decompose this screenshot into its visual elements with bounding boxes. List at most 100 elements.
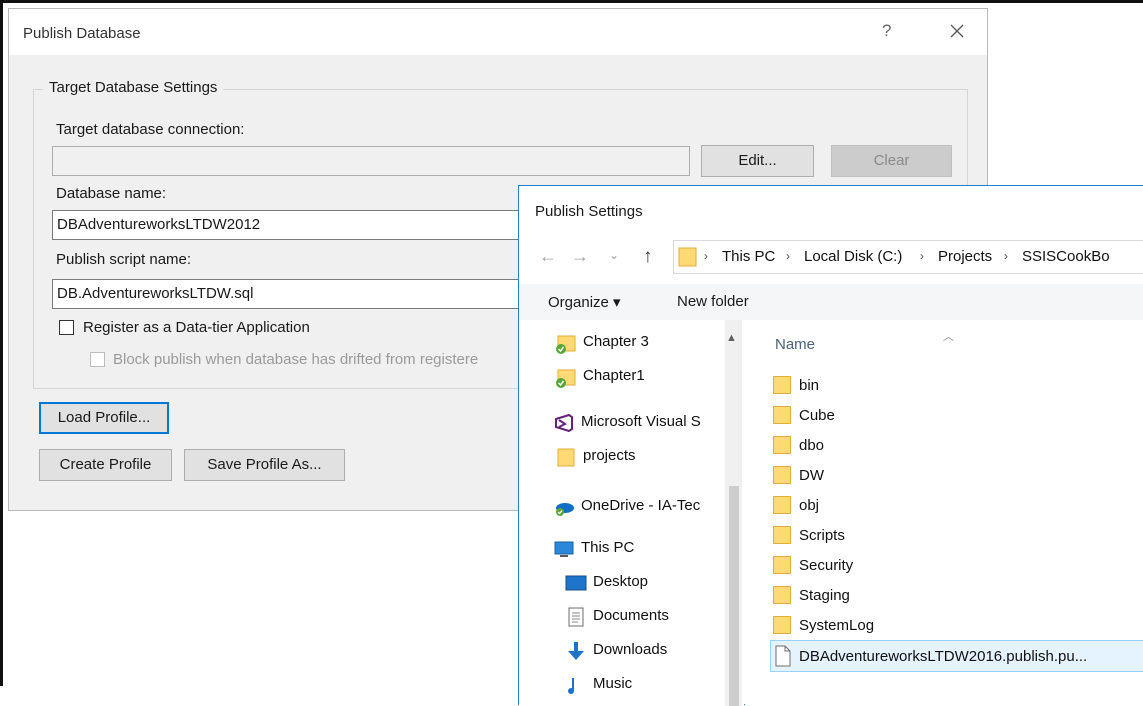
clear-button[interactable]: Clear <box>831 145 952 177</box>
nav-item-label: Music <box>593 675 633 692</box>
nav-item-label: Documents <box>593 607 669 624</box>
nav-item-music[interactable]: Music <box>565 670 735 700</box>
close-icon[interactable] <box>945 19 969 43</box>
help-button[interactable]: ? <box>882 21 891 41</box>
toolbar: Organize ▾ New folder <box>519 284 1143 320</box>
nav-item-label: Downloads <box>593 641 668 658</box>
nav-item-label: Desktop <box>593 573 649 590</box>
nav-item-chapter1[interactable]: Chapter1 <box>555 362 725 392</box>
edit-button[interactable]: Edit... <box>701 145 814 177</box>
folder-icon <box>773 584 793 606</box>
nav-item-onedrive[interactable]: OneDrive - IA-Tec <box>553 492 723 522</box>
visual-studio-icon <box>555 413 573 433</box>
list-item-folder[interactable]: SystemLog <box>771 610 1143 640</box>
documents-icon <box>568 607 584 627</box>
onedrive-icon <box>556 503 574 516</box>
block-publish-checkbox[interactable] <box>90 352 105 367</box>
forward-arrow-icon[interactable]: → <box>571 246 589 267</box>
desktop-icon <box>565 575 587 591</box>
folder-sync-icon <box>556 369 576 388</box>
organize-button[interactable]: Organize ▾ <box>548 293 621 311</box>
breadcrumb-separator: › <box>786 249 790 263</box>
new-folder-button[interactable]: New folder <box>677 293 749 310</box>
folder-icon <box>773 374 793 396</box>
dbname-field[interactable]: DBAdventureworksLTDW2012 <box>52 210 552 240</box>
file-name: DW <box>799 467 824 484</box>
load-profile-button[interactable]: Load Profile... <box>39 402 169 434</box>
title-bar: Publish Database ? <box>9 9 987 55</box>
breadcrumb-ssiscookbook[interactable]: SSISCookBo <box>1022 248 1110 265</box>
breadcrumb-local-disk[interactable]: Local Disk (C:) <box>804 248 902 265</box>
folder-sync-icon <box>556 335 576 354</box>
list-item-folder[interactable]: bin <box>771 370 1143 400</box>
folder-icon <box>773 434 793 456</box>
file-name: bin <box>799 377 820 394</box>
downloads-icon <box>568 642 584 660</box>
nav-item-visual-studio[interactable]: Microsoft Visual S <box>553 408 723 438</box>
connection-field[interactable] <box>52 146 690 176</box>
folder-icon <box>773 464 793 486</box>
nav-item-downloads[interactable]: Downloads <box>565 636 735 666</box>
file-name: Scripts <box>799 527 845 544</box>
dialog-title: Publish Database <box>23 25 141 42</box>
nav-item-this-pc[interactable]: This PC <box>553 534 723 564</box>
scroll-up-icon[interactable]: ▲ <box>726 332 737 344</box>
dbname-label: Database name: <box>56 185 167 202</box>
connection-label: Target database connection: <box>56 121 245 138</box>
column-header-name[interactable]: Name <box>775 336 815 353</box>
nav-item-label: Chapter 3 <box>583 333 649 350</box>
breadcrumb-separator: › <box>920 249 924 263</box>
file-name: Security <box>799 557 854 574</box>
list-item-folder[interactable]: obj <box>771 490 1143 520</box>
breadcrumb-projects[interactable]: Projects <box>938 248 992 265</box>
list-item-folder[interactable]: dbo <box>771 430 1143 460</box>
nav-item-label: Microsoft Visual S <box>581 413 701 430</box>
folder-icon <box>773 614 793 636</box>
nav-item-chapter3[interactable]: Chapter 3 <box>555 328 725 358</box>
up-arrow-icon[interactable]: ↑ <box>643 246 653 268</box>
script-field[interactable]: DB.AdventureworksLTDW.sql <box>52 279 552 309</box>
nav-item-projects[interactable]: projects <box>555 442 725 472</box>
group-title: Target Database Settings <box>43 79 224 96</box>
nav-item-documents[interactable]: Documents <box>565 602 735 632</box>
breadcrumb-this-pc[interactable]: This PC <box>722 248 775 265</box>
publish-settings-dialog: Publish Settings ← → ⌄ ↑ › This PC › Loc… <box>518 185 1143 706</box>
list-item-folder[interactable]: DW <box>771 460 1143 490</box>
computer-icon <box>554 541 574 557</box>
list-item-folder[interactable]: Staging <box>771 580 1143 610</box>
folder-icon <box>557 448 575 467</box>
back-arrow-icon[interactable]: ← <box>539 246 557 267</box>
list-item-folder[interactable]: Cube <box>771 400 1143 430</box>
file-name: Staging <box>799 587 850 604</box>
folder-icon <box>678 247 697 267</box>
list-item-file[interactable]: DBAdventureworksLTDW2016.publish.pu... <box>770 640 1143 672</box>
nav-item-label: This PC <box>581 539 635 556</box>
file-name: obj <box>799 497 820 514</box>
breadcrumb-separator: › <box>1004 249 1008 263</box>
nav-item-desktop[interactable]: Desktop <box>565 568 735 598</box>
list-item-folder[interactable]: Scripts <box>771 520 1143 550</box>
file-name: dbo <box>799 437 825 454</box>
folder-icon <box>773 554 793 576</box>
register-label: Register as a Data-tier Application <box>83 319 310 336</box>
nav-item-label: projects <box>583 447 636 464</box>
register-checkbox[interactable] <box>59 320 74 335</box>
block-publish-label: Block publish when database has drifted … <box>113 351 479 368</box>
breadcrumb-separator: › <box>704 249 708 263</box>
nav-item-label: OneDrive - IA-Tec <box>581 497 701 514</box>
folder-icon <box>773 494 793 516</box>
sort-ascending-icon: ︿ <box>943 331 954 343</box>
recent-chevron-icon[interactable]: ⌄ <box>609 248 619 262</box>
file-name: SystemLog <box>799 617 875 634</box>
create-profile-button[interactable]: Create Profile <box>39 449 172 481</box>
dialog-title: Publish Settings <box>535 203 643 220</box>
address-bar[interactable]: › This PC › Local Disk (C:) › Projects ›… <box>673 240 1143 274</box>
file-name: DBAdventureworksLTDW2016.publish.pu... <box>799 648 1088 665</box>
script-label: Publish script name: <box>56 251 192 268</box>
file-icon <box>775 645 791 667</box>
folder-icon <box>773 404 793 426</box>
save-profile-as-button[interactable]: Save Profile As... <box>184 449 345 481</box>
music-icon <box>568 678 574 694</box>
list-item-folder[interactable]: Security <box>771 550 1143 580</box>
folder-icon <box>773 524 793 546</box>
